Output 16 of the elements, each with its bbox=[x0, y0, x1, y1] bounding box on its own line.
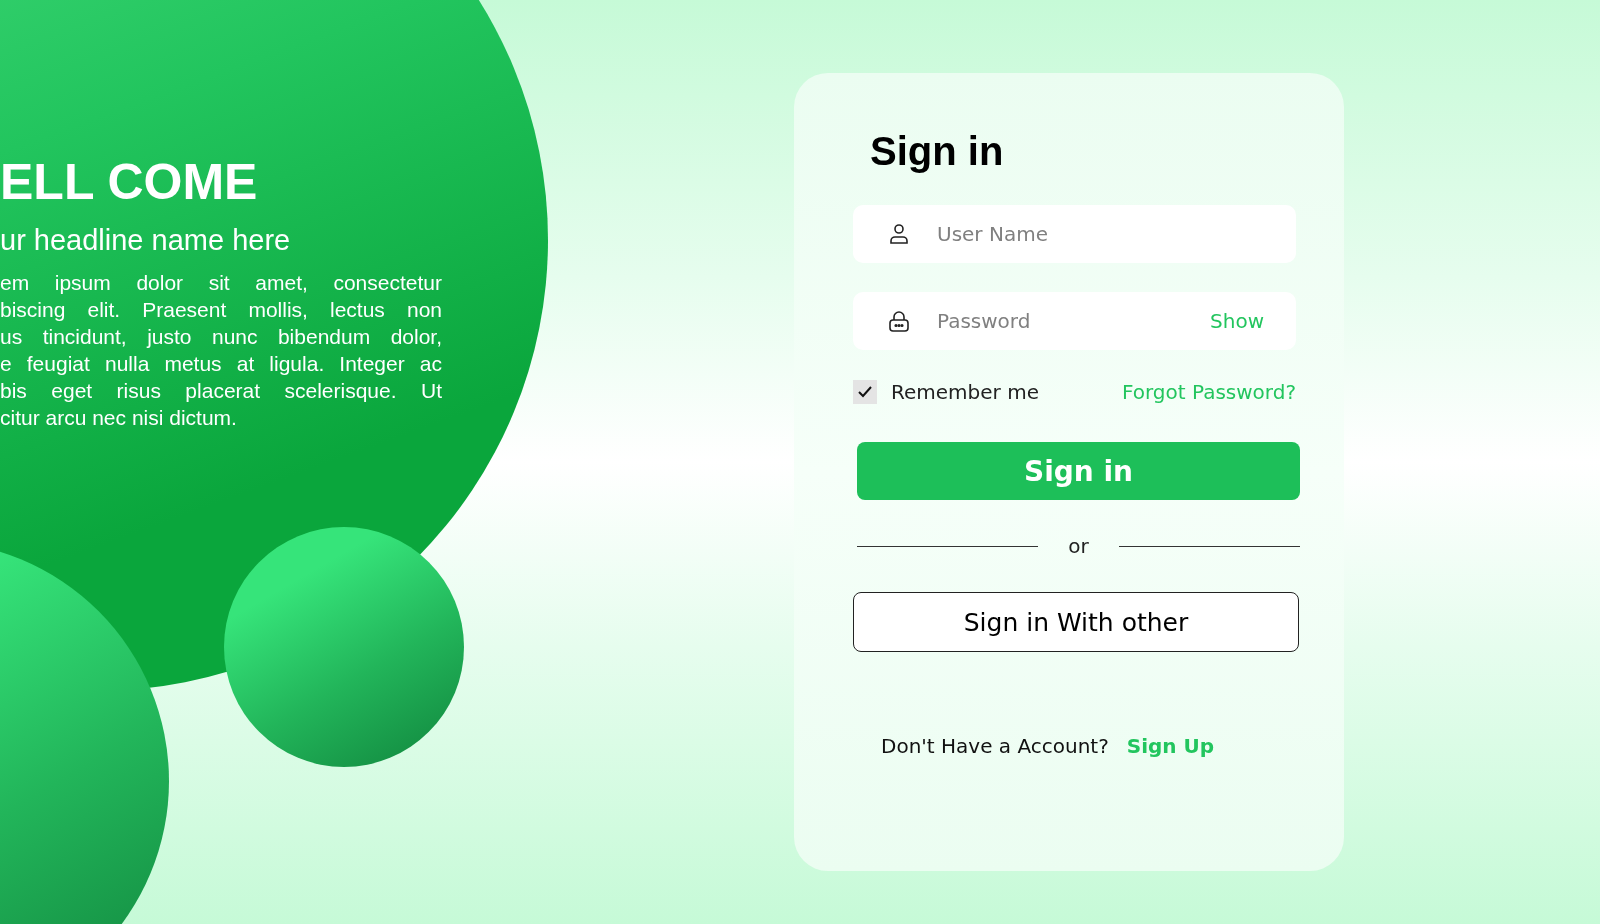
form-title: Sign in bbox=[870, 128, 1005, 175]
remember-label: Remember me bbox=[891, 380, 1039, 404]
sign-in-button[interactable]: Sign in bbox=[857, 442, 1300, 500]
signup-prompt: Don't Have a Account? bbox=[881, 734, 1109, 758]
remember-checkbox[interactable] bbox=[853, 380, 877, 404]
username-field[interactable]: User Name bbox=[853, 205, 1296, 263]
forgot-password-link[interactable]: Forgot Password? bbox=[1121, 380, 1296, 404]
sign-in-other-button[interactable]: Sign in With other bbox=[853, 592, 1299, 652]
welcome-title: ELL COME bbox=[0, 153, 259, 212]
user-icon bbox=[887, 222, 911, 246]
divider-text: or bbox=[1068, 534, 1089, 558]
body-paragraph: em ipsum dolor sit amet, consectetur biscing elit. Praesent mollis, lectus non us tincidunt, justo nunc bibendum dolor, e feugiat nulla metus at ligula. Integer ac bis eget risus placerat scelerisque. Ut citur arcu nec nisi dictum. bbox=[0, 270, 442, 431]
show-password-toggle[interactable]: Show bbox=[1210, 309, 1264, 333]
headline: ur headline name here bbox=[0, 224, 292, 257]
lock-icon bbox=[887, 309, 911, 333]
sign-up-link[interactable]: Sign Up bbox=[1126, 734, 1215, 758]
